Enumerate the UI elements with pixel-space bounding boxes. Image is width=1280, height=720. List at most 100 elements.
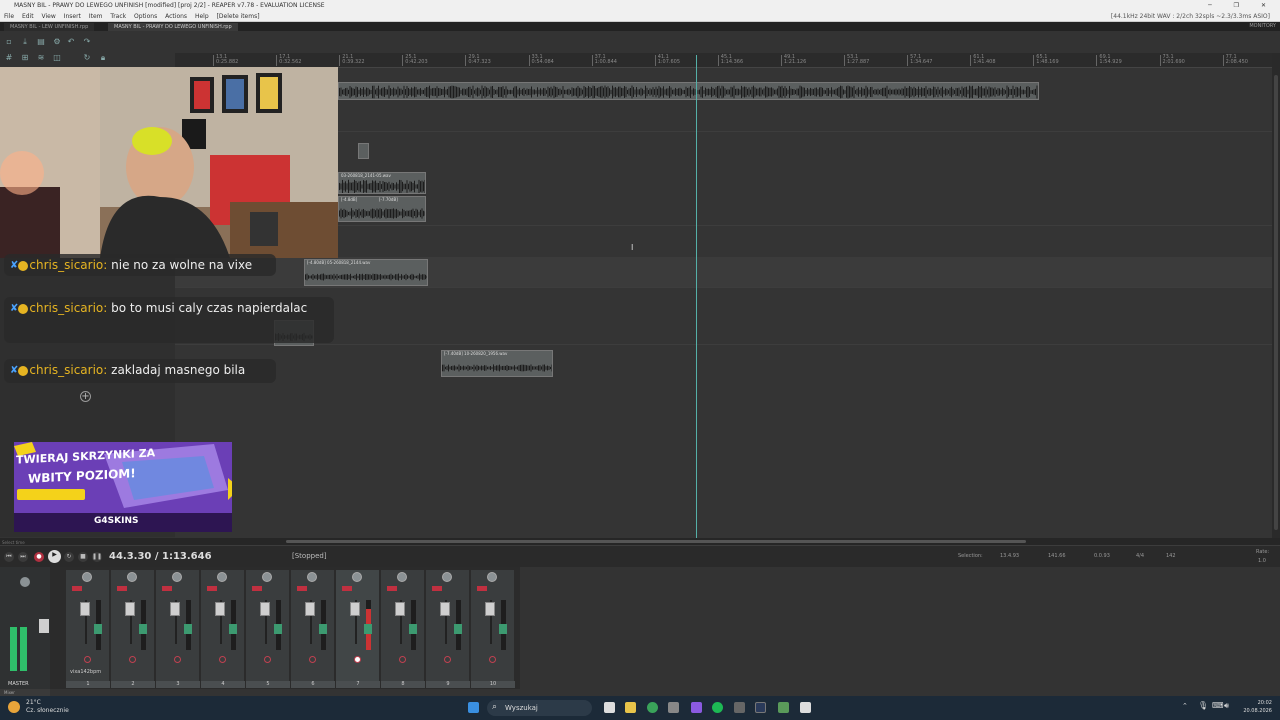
- loop-icon[interactable]: ↻: [82, 53, 92, 63]
- record-button[interactable]: ●: [34, 552, 44, 562]
- tempo-bpm[interactable]: 142: [1166, 553, 1176, 559]
- volume-fader[interactable]: [395, 602, 405, 616]
- save-project-icon[interactable]: ▤: [36, 37, 46, 47]
- record-arm-icon[interactable]: [174, 656, 181, 663]
- volume-fader[interactable]: [125, 602, 135, 616]
- rate-value[interactable]: 1.0: [1258, 558, 1266, 564]
- media-item-track3[interactable]: [-4.80dB] 05-260818_2144.wav: [304, 259, 428, 286]
- fx-button[interactable]: [319, 624, 327, 634]
- arrange-view[interactable]: 03-260818_2141-05.wav [-4.8dB] [-7.70dB]…: [175, 68, 1272, 538]
- menu-help[interactable]: Help: [195, 13, 209, 20]
- fx-button[interactable]: [409, 624, 417, 634]
- snap-icon[interactable]: ⊞: [20, 53, 30, 63]
- weather-sun-icon[interactable]: [8, 701, 20, 713]
- taskbar-search[interactable]: Wyszukaj: [487, 700, 592, 716]
- volume-fader[interactable]: [305, 602, 315, 616]
- taskbar-clock[interactable]: 20:02 20.08.2026: [1236, 699, 1272, 715]
- selection-length[interactable]: 0.0.93: [1094, 553, 1110, 559]
- pause-button[interactable]: ❚❚: [92, 552, 102, 562]
- redo-icon[interactable]: ↷: [82, 37, 92, 47]
- project-settings-icon[interactable]: ⚙: [52, 37, 62, 47]
- scroll-thumb[interactable]: [286, 540, 1026, 543]
- steam-icon[interactable]: [755, 702, 766, 713]
- pan-knob[interactable]: [307, 572, 317, 582]
- scroll-thumb[interactable]: [1274, 75, 1278, 530]
- pan-knob[interactable]: [82, 572, 92, 582]
- mixer-tab[interactable]: Mixer: [0, 689, 50, 696]
- app-icon[interactable]: [668, 702, 679, 713]
- fx-button[interactable]: [94, 624, 102, 634]
- media-item-track2[interactable]: 03-260818_2141-05.wav: [338, 172, 426, 194]
- go-to-end-icon[interactable]: ⏭: [18, 552, 28, 562]
- new-project-icon[interactable]: ▫: [4, 37, 14, 47]
- spotify-icon[interactable]: [712, 702, 723, 713]
- group-icon[interactable]: ◫: [52, 53, 62, 63]
- fx-button[interactable]: [364, 624, 372, 634]
- windows-start-icon[interactable]: [468, 702, 479, 713]
- pan-knob[interactable]: [352, 572, 362, 582]
- reaper-icon[interactable]: [800, 702, 811, 713]
- volume-icon[interactable]: 🔊︎: [1224, 701, 1229, 711]
- fx-button[interactable]: [184, 624, 192, 634]
- horizontal-scrollbar[interactable]: [0, 538, 1280, 545]
- task-view-icon[interactable]: [604, 702, 615, 713]
- record-arm-icon[interactable]: [219, 656, 226, 663]
- record-arm-icon[interactable]: [399, 656, 406, 663]
- pan-knob[interactable]: [262, 572, 272, 582]
- selection-start[interactable]: 13.4.93: [1000, 553, 1019, 559]
- media-item-track2b[interactable]: [-4.8dB] [-7.70dB]: [338, 196, 426, 222]
- record-arm-icon[interactable]: [309, 656, 316, 663]
- record-arm-icon[interactable]: [489, 656, 496, 663]
- record-arm-icon[interactable]: [84, 656, 91, 663]
- master-fader[interactable]: [39, 619, 49, 633]
- record-arm-icon[interactable]: [444, 656, 451, 663]
- selection-end[interactable]: 141.66: [1048, 553, 1066, 559]
- undo-icon[interactable]: ↶: [66, 37, 76, 47]
- volume-fader[interactable]: [440, 602, 450, 616]
- menu-file[interactable]: File: [4, 13, 14, 20]
- weather-widget[interactable]: 21°C Cz. słonecznie: [26, 699, 69, 715]
- project-tab-1[interactable]: MASNY BIL - LEW UNFINISH.rpp: [4, 23, 95, 31]
- menu-item[interactable]: Item: [89, 13, 103, 20]
- tray-chevron-icon[interactable]: ⌃: [1182, 702, 1188, 710]
- record-arm-icon[interactable]: [264, 656, 271, 663]
- timeline-ruler[interactable]: 13.1 0:25.882 17.1 0:32.562 21.1 0:39.322 25.1…: [175, 53, 1272, 68]
- master-pan-knob[interactable]: [20, 577, 30, 587]
- stop-button[interactable]: ■: [78, 552, 88, 562]
- chrome-icon[interactable]: [647, 702, 658, 713]
- project-tab-2[interactable]: MASNY BIL - PRAWY DO LEWEGO UNFINISH.rpp: [108, 23, 238, 31]
- lock-icon[interactable]: 🔒︎: [98, 53, 108, 63]
- play-cursor[interactable]: [696, 55, 697, 538]
- app2-icon[interactable]: [778, 702, 789, 713]
- pan-knob[interactable]: [442, 572, 452, 582]
- menu-actions[interactable]: Actions: [165, 13, 187, 20]
- volume-fader[interactable]: [215, 602, 225, 616]
- menu-insert[interactable]: Insert: [64, 13, 81, 20]
- fx-button[interactable]: [454, 624, 462, 634]
- pan-knob[interactable]: [487, 572, 497, 582]
- media-item-track5[interactable]: [-7.40dB] 10-260820_1956.wav: [441, 350, 553, 377]
- record-arm-icon[interactable]: [354, 656, 361, 663]
- volume-fader[interactable]: [350, 602, 360, 616]
- pan-knob[interactable]: [397, 572, 407, 582]
- obs-icon[interactable]: [734, 702, 745, 713]
- window-controls[interactable]: ─ ❐ ✕: [1208, 0, 1276, 11]
- add-track-icon[interactable]: +: [80, 391, 91, 402]
- network-icon[interactable]: ⌨: [1212, 701, 1224, 710]
- fx-button[interactable]: [229, 624, 237, 634]
- microphone-icon[interactable]: 🎙︎: [1198, 701, 1208, 710]
- pan-knob[interactable]: [172, 572, 182, 582]
- open-project-icon[interactable]: ⤓: [20, 37, 30, 47]
- fx-button[interactable]: [139, 624, 147, 634]
- play-button[interactable]: ▶: [48, 550, 61, 563]
- pan-knob[interactable]: [217, 572, 227, 582]
- volume-fader[interactable]: [260, 602, 270, 616]
- go-to-start-icon[interactable]: ⏮: [4, 552, 14, 562]
- menu-view[interactable]: View: [42, 13, 56, 20]
- media-item-small[interactable]: [358, 143, 369, 159]
- vertical-scrollbar[interactable]: [1272, 53, 1280, 538]
- media-item-track1[interactable]: [338, 82, 1039, 100]
- record-arm-icon[interactable]: [129, 656, 136, 663]
- volume-fader[interactable]: [485, 602, 495, 616]
- fx-button[interactable]: [274, 624, 282, 634]
